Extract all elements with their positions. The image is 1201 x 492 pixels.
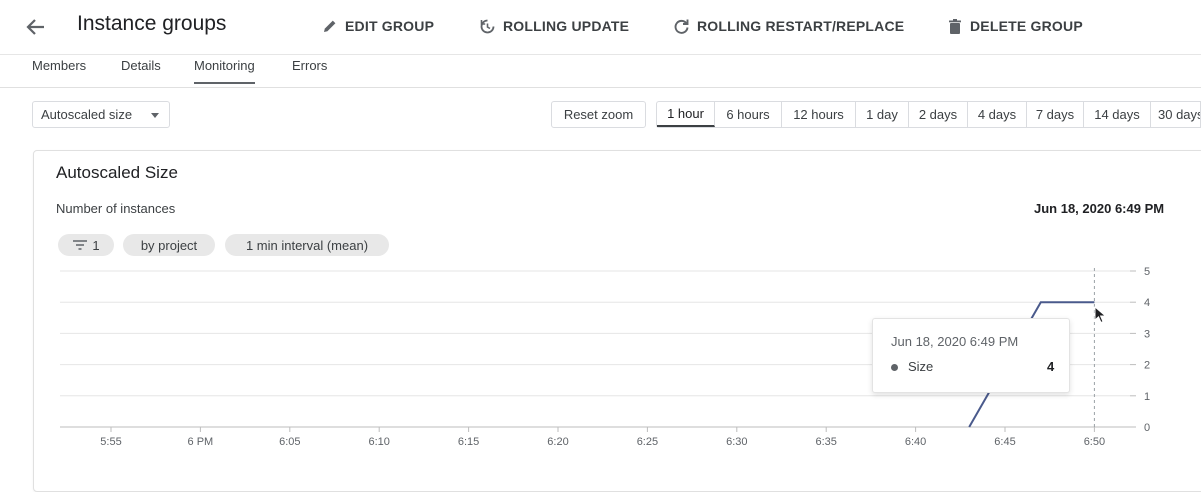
x-tick-label: 6:10 <box>368 436 389 448</box>
y-tick-label: 2 <box>1144 360 1150 372</box>
tooltip-series-name: Size <box>908 359 934 374</box>
autoscaled-size-chart[interactable]: 0 1 2 3 4 5 5:55 6 PM 6:05 6:10 6:15 6:20 6:25 6:30 6… <box>0 0 1201 469</box>
x-tick-label: 6:25 <box>637 436 658 448</box>
x-tick-label: 6:30 <box>726 436 747 448</box>
series-dot-icon <box>891 364 898 371</box>
x-tick-label: 6:40 <box>905 436 926 448</box>
x-tick-label: 6:20 <box>547 436 568 448</box>
tooltip-series-value: 4 <box>1047 359 1055 374</box>
x-tick-label: 6:35 <box>815 436 836 448</box>
y-tick-label: 1 <box>1144 391 1150 403</box>
x-tick-label: 6 PM <box>188 436 214 448</box>
x-tick-label: 6:15 <box>458 436 479 448</box>
x-tick-label: 6:50 <box>1084 436 1105 448</box>
mouse-cursor-icon <box>1094 306 1107 324</box>
chart-tooltip: Jun 18, 2020 6:49 PM Size 4 <box>872 318 1070 393</box>
y-tick-label: 5 <box>1144 266 1150 278</box>
y-tick-label: 3 <box>1144 328 1150 340</box>
x-tick-label: 6:45 <box>994 436 1015 448</box>
y-tick-label: 4 <box>1144 297 1150 309</box>
y-tick-label: 0 <box>1144 422 1150 434</box>
x-tick-label: 5:55 <box>100 436 121 448</box>
x-tick-label: 6:05 <box>279 436 300 448</box>
tooltip-date: Jun 18, 2020 6:49 PM <box>891 334 1019 349</box>
